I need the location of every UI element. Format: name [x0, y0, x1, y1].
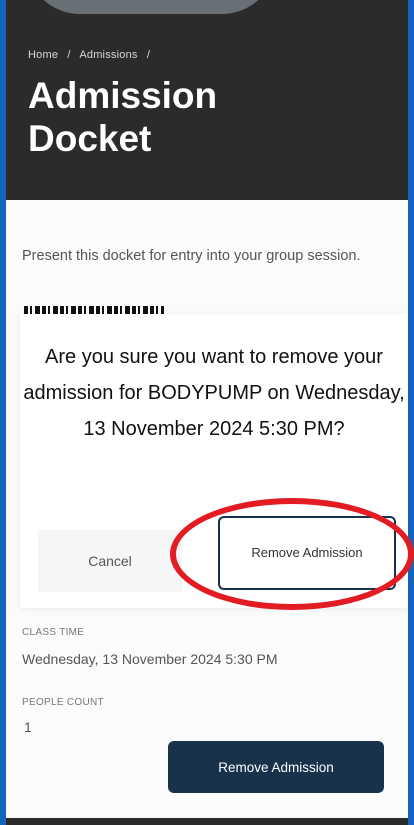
breadcrumb-separator: / — [67, 49, 71, 61]
highlight-circle — [170, 498, 414, 610]
remove-admission-button[interactable]: Remove Admission — [168, 741, 384, 793]
page-header: Home / Admissions / Admission Docket — [6, 0, 408, 200]
class-time-value: Wednesday, 13 November 2024 5:30 PM — [22, 651, 278, 667]
people-count-value: 1 — [24, 719, 32, 735]
breadcrumb: Home / Admissions / — [28, 49, 150, 61]
dialog-message: Are you sure you want to remove your adm… — [23, 346, 405, 440]
class-time-label: CLASS TIME — [22, 627, 85, 638]
intro-text: Present this docket for entry into your … — [22, 248, 361, 264]
breadcrumb-admissions-link[interactable]: Admissions — [79, 49, 137, 61]
page-title: Admission Docket — [28, 75, 218, 159]
people-count-label: PEOPLE COUNT — [22, 697, 104, 708]
breadcrumb-home-link[interactable]: Home — [28, 49, 58, 61]
footer-bar — [6, 818, 408, 825]
header-graphic — [26, 0, 276, 14]
docket-barcode — [24, 306, 164, 314]
cancel-button[interactable]: Cancel — [38, 530, 182, 592]
breadcrumb-separator-end: / — [146, 49, 151, 61]
